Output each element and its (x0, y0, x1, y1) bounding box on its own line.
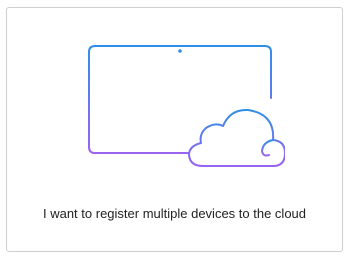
tablet-camera-dot (178, 49, 182, 53)
register-multiple-devices-option-card[interactable]: I want to register multiple devices to t… (6, 7, 343, 252)
option-card-label: I want to register multiple devices to t… (42, 206, 307, 221)
tablet-with-cloud-icon (88, 45, 285, 167)
cloud-shape (188, 108, 285, 167)
